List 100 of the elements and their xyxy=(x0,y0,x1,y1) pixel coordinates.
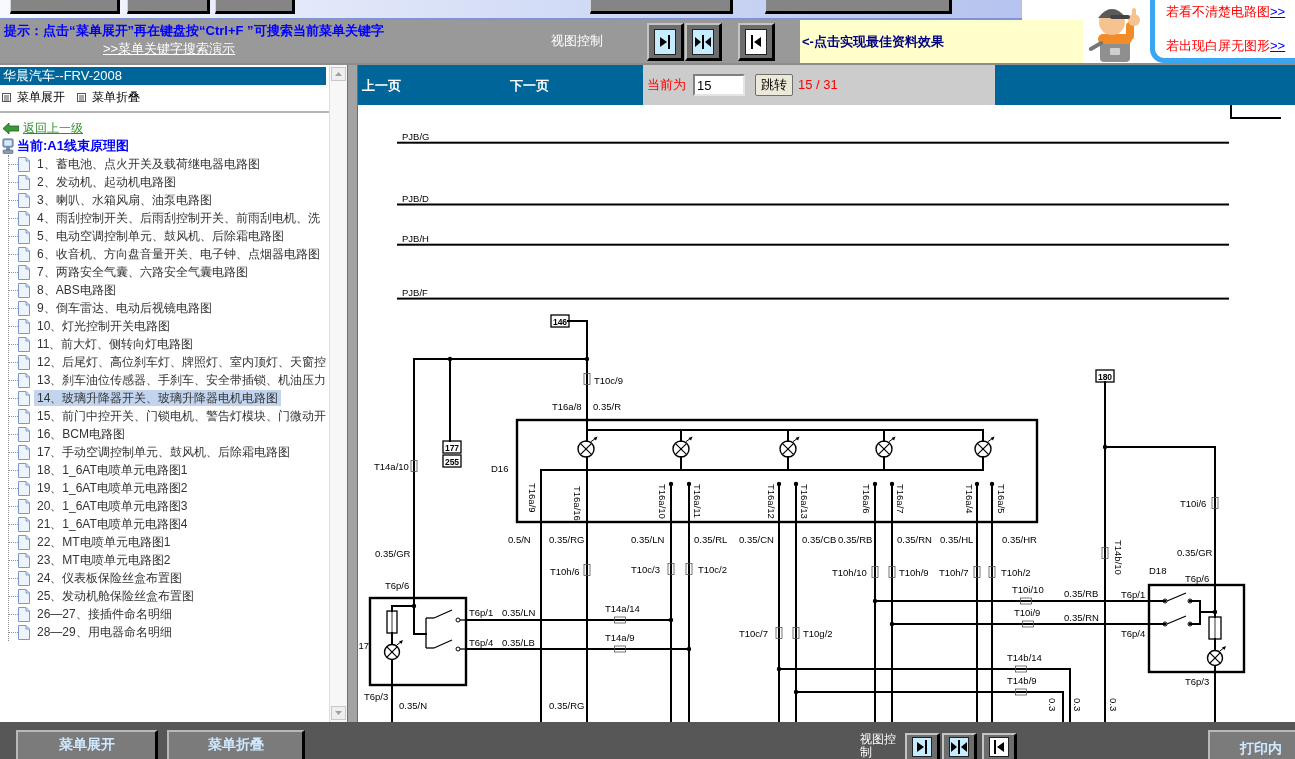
tree-item-link[interactable]: 6、收音机、方向盘音量开关、电子钟、点烟器电路图 xyxy=(34,246,323,262)
view-mode-button[interactable] xyxy=(685,23,722,61)
lamp-icon xyxy=(672,436,693,458)
caret-down-icon xyxy=(335,711,342,715)
module-label: 17 xyxy=(358,639,370,651)
connector-label: T6p/1 xyxy=(469,606,494,618)
junction-dot-icon xyxy=(686,646,692,652)
page-icon xyxy=(18,408,30,424)
view-mode-button[interactable] xyxy=(738,23,775,61)
view-mode-button[interactable] xyxy=(942,733,977,759)
terminal-tag: 180 xyxy=(1095,369,1115,383)
tree-item-link[interactable]: 1、蓄电池、点火开关及载荷继电器电路图 xyxy=(34,156,263,172)
tree-item-link[interactable]: 4、雨刮控制开关、后雨刮控制开关、前雨刮电机、洗 xyxy=(34,210,323,226)
toolbar-button[interactable] xyxy=(765,0,952,14)
tree-item-link[interactable]: 24、仪表板保险丝盒布置图 xyxy=(34,570,186,586)
wire-label: 0.35/RG xyxy=(549,533,585,545)
wire-label: 0.35/CN xyxy=(739,533,774,545)
junction-dot-icon xyxy=(793,689,799,695)
tree-item-link[interactable]: 10、灯光控制开关电路图 xyxy=(34,318,174,334)
tree-item-link[interactable]: 20、1_6AT电喷单元电路图3 xyxy=(34,498,191,514)
view-mode-button[interactable] xyxy=(647,23,684,61)
tree-item-link[interactable]: 19、1_6AT电喷单元电路图2 xyxy=(34,480,191,496)
tree-item-link[interactable]: 9、倒车雷达、电动后视镜电路图 xyxy=(34,300,215,316)
switch-icon xyxy=(425,609,467,652)
tree-item-link[interactable]: 7、两路安全气囊、六路安全气囊电路图 xyxy=(34,264,251,280)
tree-item-link[interactable]: 11、前大灯、侧转向灯电路图 xyxy=(34,336,197,352)
tree-item-link[interactable]: 5、电动空调控制单元、鼓风机、后除霜电路图 xyxy=(34,228,287,244)
menu-action-button[interactable]: 菜单展开 xyxy=(2,89,65,105)
tree-item-link[interactable]: 12、后尾灯、高位刹车灯、牌照灯、室内顶灯、天窗控 xyxy=(34,354,330,370)
wire-label: 0.3 xyxy=(1071,698,1083,712)
connector-label: T6p/4 xyxy=(469,636,494,648)
junction-dot-icon xyxy=(776,666,782,672)
view-mode-button[interactable] xyxy=(982,733,1017,759)
tree-item-link[interactable]: 28—29、用电器命名明细 xyxy=(34,624,175,640)
wire-label: 0.3 xyxy=(1046,698,1058,712)
tree-item-link[interactable]: 14、玻璃升降器开关、玻璃升降器电机电路图 xyxy=(34,390,282,406)
connector-icon xyxy=(1022,620,1034,628)
connector-icon xyxy=(410,460,418,472)
tree-item-link[interactable]: 8、ABS电路图 xyxy=(34,282,119,298)
toolbar-button[interactable] xyxy=(590,0,733,14)
bus-label: PJB/H xyxy=(402,232,429,244)
connector-label: T10i/10 xyxy=(1012,583,1044,595)
caret-up-icon xyxy=(335,72,342,76)
connector-icon xyxy=(614,645,626,653)
connector-label: T10c/7 xyxy=(739,627,769,639)
wire-label: 0.35/RN xyxy=(1064,611,1099,623)
tree-item-link[interactable]: 18、1_6AT电喷单元电路图1 xyxy=(34,462,191,478)
help-link[interactable]: >> xyxy=(1270,38,1286,54)
page-input[interactable]: 15 xyxy=(693,74,745,96)
connector-icon xyxy=(1101,547,1109,559)
back-link[interactable]: 返回上一级 xyxy=(23,120,83,136)
connector-label: T10h/10 xyxy=(832,566,867,578)
wire xyxy=(391,632,393,645)
tree-item-link[interactable]: 23、MT电喷单元电路图2 xyxy=(34,552,174,568)
help-link[interactable]: >> xyxy=(1270,4,1286,20)
toolbar-button[interactable] xyxy=(127,0,210,14)
junction-dot-icon xyxy=(989,481,995,487)
junction-dot-icon xyxy=(1212,609,1218,615)
page-icon xyxy=(18,444,30,460)
tree-item-link[interactable]: 13、刹车油位传感器、手刹车、安全带插锁、机油压力 xyxy=(34,372,330,388)
wire-label: 0.35/RN xyxy=(897,533,932,545)
page-icon xyxy=(18,552,30,568)
junction-dot-icon xyxy=(584,356,590,362)
tree-item-link[interactable]: 26—27、接插件命名明细 xyxy=(34,606,175,622)
lamp-icon xyxy=(779,436,800,458)
page-icon xyxy=(18,174,30,190)
next-page-link[interactable]: 下一页 xyxy=(510,78,549,93)
tree-item-link[interactable]: 3、喇叭、水箱风扇、油泵电路图 xyxy=(34,192,215,208)
toolbar-button[interactable] xyxy=(10,0,120,14)
wire-label: 0.35/R xyxy=(593,400,621,412)
pin-label: T16a/9 xyxy=(526,483,538,513)
go-button[interactable]: 跳转 xyxy=(755,74,793,96)
wire-label: 0.35/LN xyxy=(631,533,665,545)
page-icon xyxy=(18,192,30,208)
junction-dot-icon xyxy=(889,481,895,487)
page-icon xyxy=(18,426,30,442)
tree-item-link[interactable]: 2、发动机、起动机电路图 xyxy=(34,174,179,190)
page-icon xyxy=(18,336,30,352)
tree-item-link[interactable]: 21、1_6AT电喷单元电路图4 xyxy=(34,516,191,532)
menu-action-button[interactable]: 菜单折叠 xyxy=(77,89,140,105)
wire-label: 0.35/LN xyxy=(502,606,536,618)
page-icon xyxy=(18,210,30,226)
tree-item-link[interactable]: 17、手动空调控制单元、鼓风机、后除霜电路图 xyxy=(34,444,294,460)
view-mode-button[interactable] xyxy=(905,733,940,759)
tree-item-link[interactable]: 16、BCM电路图 xyxy=(34,426,128,442)
tree-item-link[interactable]: 22、MT电喷单元电路图1 xyxy=(34,534,174,550)
page-icon xyxy=(18,246,30,262)
sidebar-title: 华晨汽车--FRV-2008 xyxy=(0,67,326,85)
tree-item-link[interactable]: 25、发动机舱保险丝盒布置图 xyxy=(34,588,198,604)
wire xyxy=(391,659,393,722)
tree-item-link[interactable]: 15、前门中控开关、门锁电机、警告灯模块、门微动开 xyxy=(34,408,330,424)
lamp-icon xyxy=(974,436,995,458)
page-icon xyxy=(18,156,30,172)
prev-page-link[interactable]: 上一页 xyxy=(362,78,401,93)
page-icon xyxy=(18,498,30,514)
wire-label: 0.35/LB xyxy=(502,636,535,648)
toolbar-button[interactable] xyxy=(215,0,295,14)
page-count: 15 / 31 xyxy=(798,76,838,95)
connector-label: T6p/6 xyxy=(1185,572,1210,584)
connector-label: T6p/1 xyxy=(1121,588,1146,600)
